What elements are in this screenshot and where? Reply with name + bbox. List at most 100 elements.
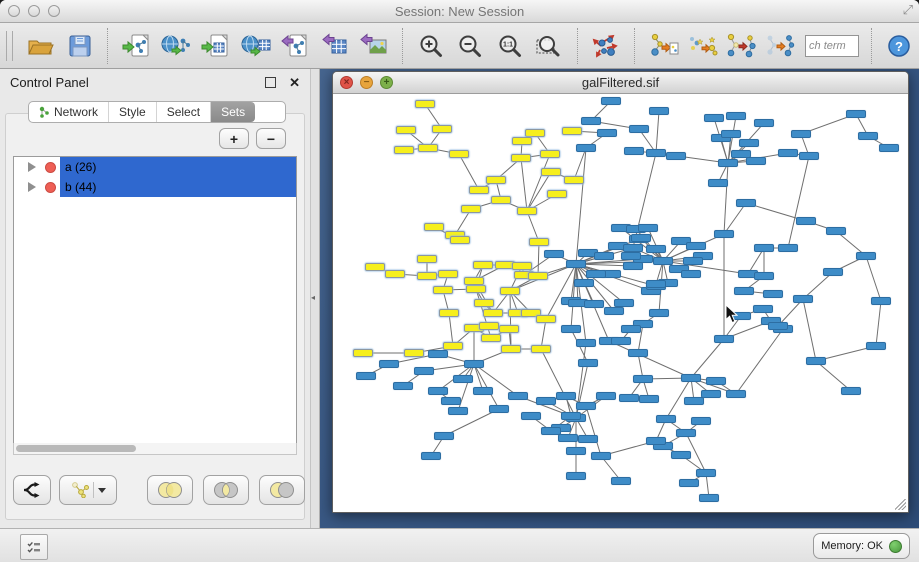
graph-node-blue[interactable] (656, 415, 676, 423)
graph-node-yellow[interactable] (418, 144, 438, 152)
graph-node-blue[interactable] (574, 279, 594, 287)
graph-node-yellow[interactable] (464, 277, 484, 285)
selected-to-new-network-button[interactable] (766, 29, 797, 63)
graph-node-blue[interactable] (623, 244, 643, 252)
list-item[interactable]: b (44) (14, 177, 296, 197)
graph-node-yellow[interactable] (564, 176, 584, 184)
graph-node-blue[interactable] (521, 412, 541, 420)
graph-node-blue[interactable] (778, 244, 798, 252)
graph-node-blue[interactable] (611, 337, 631, 345)
minimize-window-button[interactable] (28, 5, 40, 17)
graph-node-blue[interactable] (631, 234, 651, 242)
graph-node-blue[interactable] (753, 305, 773, 313)
graph-node-yellow[interactable] (443, 342, 463, 350)
graph-node-yellow[interactable] (450, 236, 470, 244)
graph-node-blue[interactable] (541, 427, 561, 435)
graph-node-blue[interactable] (826, 227, 846, 235)
graph-node-blue[interactable] (679, 479, 699, 487)
graph-node-blue[interactable] (584, 300, 604, 308)
save-session-button[interactable] (64, 29, 95, 63)
title-bar[interactable]: Session: New Session ⤢ (0, 0, 919, 23)
graph-node-yellow[interactable] (353, 349, 373, 357)
graph-node-blue[interactable] (721, 130, 741, 138)
graph-node-blue[interactable] (621, 325, 641, 333)
first-neighbors-button[interactable] (726, 29, 757, 63)
graph-node-blue[interactable] (421, 452, 441, 460)
graph-node-blue[interactable] (629, 125, 649, 133)
graph-node-blue[interactable] (646, 280, 666, 288)
resize-grip[interactable] (895, 499, 906, 510)
graph-node-yellow[interactable] (461, 205, 481, 213)
graph-node-blue[interactable] (696, 469, 716, 477)
graph-node-blue[interactable] (778, 149, 798, 157)
graph-node-blue[interactable] (379, 360, 399, 368)
network-canvas[interactable] (333, 94, 908, 512)
graph-node-yellow[interactable] (424, 223, 444, 231)
graph-node-blue[interactable] (561, 325, 581, 333)
tab-style[interactable]: Style (109, 102, 157, 122)
graph-node-blue[interactable] (473, 387, 493, 395)
set-label[interactable]: a (26) (60, 157, 296, 177)
graph-node-blue[interactable] (646, 149, 666, 157)
graph-node-yellow[interactable] (433, 286, 453, 294)
graph-node-blue[interactable] (619, 394, 639, 402)
graph-node-blue[interactable] (566, 472, 586, 480)
graph-node-blue[interactable] (649, 107, 669, 115)
network-window-titlebar[interactable]: × − + galFiltered.sif (333, 72, 908, 94)
import-table-file-button[interactable] (200, 29, 231, 63)
create-set-dropdown-button[interactable] (59, 475, 117, 505)
tab-select[interactable]: Select (157, 102, 211, 122)
set-label[interactable]: b (44) (60, 177, 296, 197)
select-from-network-button[interactable] (687, 29, 718, 63)
import-network-web-button[interactable] (160, 29, 192, 63)
graph-node-yellow[interactable] (469, 186, 489, 194)
graph-node-yellow[interactable] (394, 146, 414, 154)
collapse-panel-icon[interactable]: ◂ (311, 293, 315, 302)
graph-node-yellow[interactable] (417, 255, 437, 263)
graph-node-yellow[interactable] (483, 309, 503, 317)
export-network-button[interactable] (280, 29, 311, 63)
graph-node-yellow[interactable] (439, 309, 459, 317)
apply-layout-button[interactable] (591, 29, 622, 63)
graph-node-blue[interactable] (726, 112, 746, 120)
graph-node-yellow[interactable] (466, 285, 486, 293)
graph-node-blue[interactable] (434, 432, 454, 440)
graph-node-blue[interactable] (624, 147, 644, 155)
graph-node-blue[interactable] (393, 382, 413, 390)
graph-node-yellow[interactable] (499, 325, 519, 333)
union-button[interactable] (147, 475, 193, 505)
graph-node-blue[interactable] (576, 144, 596, 152)
remove-set-button[interactable]: − (256, 128, 286, 149)
panel-divider[interactable]: ◂ (310, 69, 320, 528)
graph-node-blue[interactable] (699, 494, 719, 502)
split-set-button[interactable] (13, 475, 51, 505)
graph-node-yellow[interactable] (528, 272, 548, 280)
graph-node-yellow[interactable] (486, 176, 506, 184)
graph-node-blue[interactable] (683, 257, 703, 265)
graph-node-blue[interactable] (441, 397, 461, 405)
export-table-button[interactable] (319, 29, 350, 63)
graph-node-yellow[interactable] (404, 349, 424, 357)
graph-node-yellow[interactable] (512, 262, 532, 270)
zoom-in-button[interactable] (416, 29, 447, 63)
tab-sets[interactable]: Sets (211, 102, 255, 122)
zoom-fit-selected-button[interactable] (533, 29, 564, 63)
export-image-button[interactable] (358, 29, 389, 63)
graph-node-blue[interactable] (633, 375, 653, 383)
graph-node-blue[interactable] (653, 257, 673, 265)
graph-node-yellow[interactable] (385, 270, 405, 278)
graph-node-yellow[interactable] (525, 129, 545, 137)
graph-node-blue[interactable] (556, 392, 576, 400)
graph-node-blue[interactable] (581, 117, 601, 125)
graph-node-yellow[interactable] (479, 322, 499, 330)
help-button[interactable]: ? (885, 29, 913, 63)
graph-node-blue[interactable] (639, 395, 659, 403)
graph-node-blue[interactable] (701, 390, 721, 398)
graph-node-blue[interactable] (591, 452, 611, 460)
zoom-out-button[interactable] (455, 29, 486, 63)
graph-node-blue[interactable] (614, 299, 634, 307)
graph-node-yellow[interactable] (501, 345, 521, 353)
graph-node-blue[interactable] (453, 375, 473, 383)
open-file-button[interactable] (25, 29, 56, 63)
graph-node-blue[interactable] (597, 129, 617, 137)
